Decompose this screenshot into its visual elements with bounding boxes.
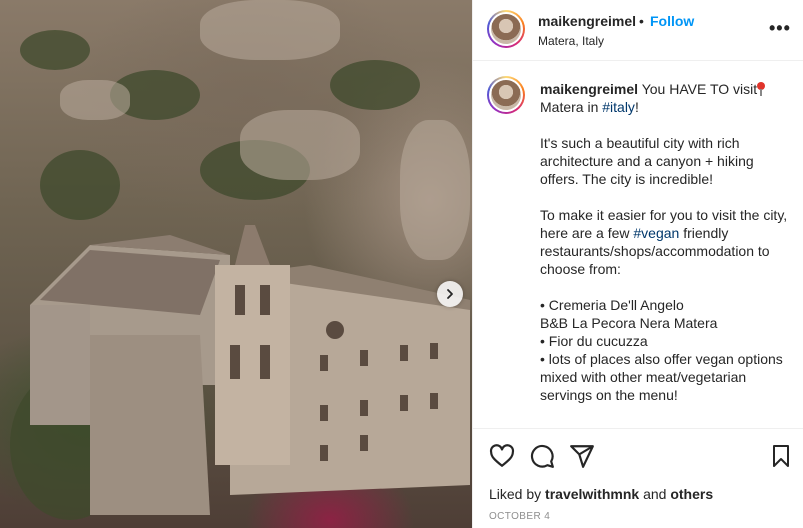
caption-paragraph-2: It's such a beautiful city with rich arc… (540, 135, 754, 187)
caption-author-username[interactable]: maikengreimel (540, 81, 638, 97)
church-building (30, 225, 470, 515)
hashtag-vegan[interactable]: #vegan (633, 225, 679, 241)
liked-by-others[interactable]: others (670, 486, 713, 502)
post-location[interactable]: Matera, Italy (538, 34, 604, 48)
heart-icon (489, 444, 515, 467)
more-options-button[interactable]: ••• (769, 18, 791, 39)
caption-section: maikengreimel You HAVE TO visit Matera i… (473, 62, 803, 428)
caption-line2-prefix: Matera in (540, 99, 603, 115)
vegetation (330, 60, 420, 110)
post-header: maikengreimel • Follow Matera, Italy ••• (473, 0, 803, 61)
rock (240, 110, 360, 180)
share-icon (570, 445, 594, 468)
liked-by-user[interactable]: travelwithmnk (545, 486, 639, 502)
list-item: • Fior du cucuzza (540, 333, 648, 349)
hashtag-italy[interactable]: #italy (602, 99, 635, 115)
vegetation (40, 150, 120, 220)
caption-author-avatar[interactable] (487, 76, 525, 114)
post-side-panel: maikengreimel • Follow Matera, Italy •••… (472, 0, 803, 528)
list-item: B&B La Pecora Nera Matera (540, 315, 718, 331)
liked-by-middle: and (639, 486, 671, 502)
list-item: • lots of places also offer vegan option… (540, 351, 783, 403)
liked-by-prefix: Liked by (489, 486, 546, 502)
vegetation (20, 30, 90, 70)
caption-text: maikengreimel You HAVE TO visit Matera i… (540, 80, 790, 404)
follow-button[interactable]: Follow (650, 13, 694, 29)
list-item: • Cremeria De'll Angelo (540, 297, 684, 313)
save-button[interactable] (769, 443, 795, 469)
separator-dot: • (639, 13, 644, 29)
bookmark-icon (773, 445, 789, 467)
round-pushpin-icon (757, 82, 766, 96)
author-username[interactable]: maikengreimel (538, 13, 636, 29)
rock (200, 0, 340, 60)
comment-icon (530, 444, 554, 468)
caption-line1: You HAVE TO visit (641, 81, 758, 97)
next-image-button[interactable] (437, 281, 463, 307)
rock (60, 80, 130, 120)
author-avatar[interactable] (487, 10, 525, 48)
caption-line2-suffix: ! (634, 99, 639, 115)
post-date[interactable]: OCTOBER 4 (489, 511, 550, 522)
post-image[interactable] (0, 0, 472, 528)
comment-button[interactable] (529, 443, 555, 469)
like-button[interactable] (489, 443, 515, 469)
share-button[interactable] (569, 443, 595, 469)
action-bar: Liked by travelwithmnk and others OCTOBE… (473, 428, 803, 528)
likes-summary: Liked by travelwithmnk and others (489, 486, 713, 502)
chevron-right-icon (447, 289, 453, 299)
